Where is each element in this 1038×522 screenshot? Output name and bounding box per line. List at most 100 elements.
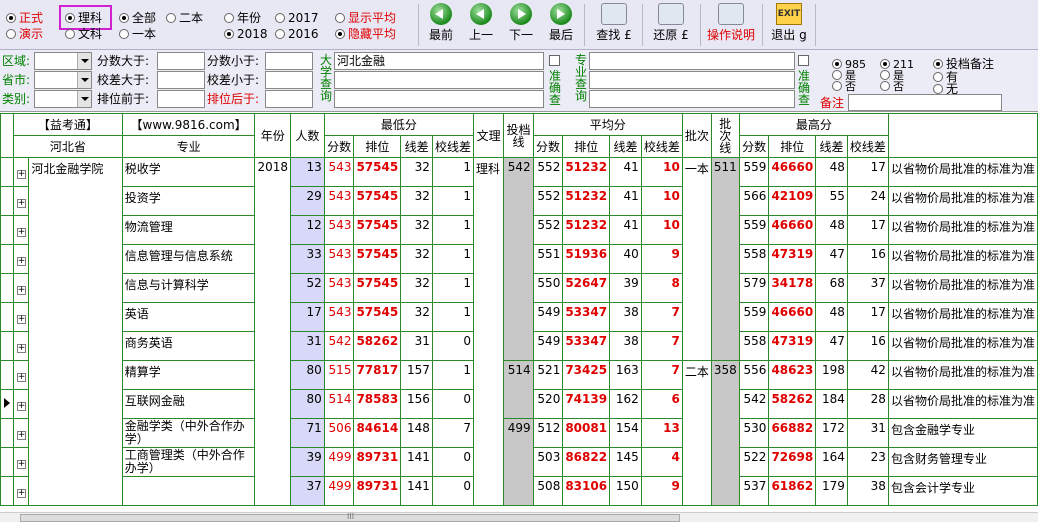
mode-demo-radio[interactable]: 演示 <box>6 27 43 42</box>
avg-linediff-cell[interactable]: 40 <box>609 244 642 274</box>
min-schooldiff-cell[interactable]: 1 <box>431 215 474 245</box>
avg-rank-cell[interactable]: 51936 <box>562 244 611 274</box>
avg-schooldiff-cell[interactable]: 8 <box>640 273 683 303</box>
count-cell[interactable]: 37 <box>289 476 325 506</box>
max-rank-cell[interactable]: 42109 <box>768 186 817 216</box>
min-linediff-cell[interactable]: 32 <box>400 244 433 274</box>
max-rank-col[interactable]: 排位 <box>768 135 817 158</box>
province-combo[interactable] <box>34 71 92 89</box>
min-score-cell[interactable]: 506 <box>323 418 355 448</box>
find-button[interactable]: 查找 £ <box>590 3 638 42</box>
avg-rank-cell[interactable]: 80081 <box>562 418 611 448</box>
row-indicator[interactable] <box>0 215 15 245</box>
min-linediff-cell[interactable]: 141 <box>400 476 433 506</box>
avg-rank-cell[interactable]: 83106 <box>562 476 611 506</box>
avg-schooldiff-cell[interactable]: 9 <box>640 476 683 506</box>
min-schooldiff-cell[interactable]: 7 <box>431 418 474 448</box>
remark-input[interactable] <box>848 94 1002 111</box>
exact-major-checkbox[interactable] <box>798 55 809 66</box>
year-any-radio[interactable]: 年份 <box>224 11 261 26</box>
major-cell[interactable]: 信息管理与信息系统 <box>121 244 256 274</box>
max-rank-cell[interactable]: 46660 <box>768 302 817 332</box>
note-cell[interactable]: 以省物价局批准的标准为准 <box>887 302 1038 332</box>
max-rank-cell[interactable]: 72698 <box>768 447 817 477</box>
row-indicator[interactable] <box>0 331 15 361</box>
min-rank-cell[interactable]: 77817 <box>353 360 402 390</box>
avg-rank-cell[interactable]: 53347 <box>562 331 611 361</box>
min-rank-cell[interactable]: 89731 <box>353 476 402 506</box>
university-query-input-3[interactable] <box>334 90 544 108</box>
min-schooldiff-cell[interactable]: 1 <box>431 157 474 187</box>
help-button[interactable]: 操作说明 <box>704 3 758 42</box>
avg-rank-cell[interactable]: 51232 <box>562 186 611 216</box>
region-combo[interactable] <box>34 52 92 70</box>
min-linediff-cell[interactable]: 157 <box>400 360 433 390</box>
diff-gt-input[interactable] <box>157 71 205 89</box>
min-schooldiff-cell[interactable]: 0 <box>431 476 474 506</box>
max-linediff-cell[interactable]: 184 <box>815 389 848 419</box>
note-cell[interactable]: 以省物价局批准的标准为准 <box>887 157 1038 187</box>
max-score-cell[interactable]: 530 <box>738 418 770 448</box>
min-score-cell[interactable]: 542 <box>323 331 355 361</box>
school-cell[interactable]: 河北金融学院 <box>28 157 123 506</box>
expand-toggle[interactable]: + <box>13 447 30 477</box>
max-rank-cell[interactable]: 47319 <box>768 331 817 361</box>
max-rank-cell[interactable]: 46660 <box>768 215 817 245</box>
expand-toggle[interactable]: + <box>13 302 30 332</box>
toudang-cell[interactable]: 499 <box>503 418 534 506</box>
year-cell[interactable]: 2018 <box>254 157 291 506</box>
note-cell[interactable]: 包含会计学专业 <box>887 476 1038 506</box>
year-header[interactable]: 年份 <box>254 113 291 158</box>
row-indicator[interactable] <box>0 476 15 506</box>
subject-science-radio[interactable]: 理科 <box>65 11 102 26</box>
min-linediff-cell[interactable]: 32 <box>400 215 433 245</box>
avg-score-col[interactable]: 分数 <box>532 135 564 158</box>
max-schooldiff-cell[interactable]: 31 <box>846 418 889 448</box>
year-2018-radio[interactable]: 2018 <box>224 27 268 42</box>
max-linediff-cell[interactable]: 47 <box>815 244 848 274</box>
avg-linediff-cell[interactable]: 154 <box>609 418 642 448</box>
next-button[interactable]: 下一 <box>506 3 536 42</box>
max-score-cell[interactable]: 558 <box>738 244 770 274</box>
min-schooldiff-cell[interactable]: 0 <box>431 389 474 419</box>
max-schooldiff-cell[interactable]: 16 <box>846 331 889 361</box>
min-rank-cell[interactable]: 57545 <box>353 215 402 245</box>
min-rank-cell[interactable]: 57545 <box>353 302 402 332</box>
min-linediff-cell[interactable]: 156 <box>400 389 433 419</box>
note-cell[interactable]: 包含财务管理专业 <box>887 447 1038 477</box>
max-schooldiff-col[interactable]: 校线差 <box>846 135 889 158</box>
prev-button[interactable]: 上一 <box>466 3 496 42</box>
expand-toggle[interactable]: + <box>13 389 30 419</box>
table-row[interactable]: + 精算学 80 515 77817 157 1 514 521 73425 163 7 二本 358 55… <box>0 360 1038 506</box>
university-query-input-2[interactable] <box>334 71 544 89</box>
max-score-cell[interactable]: 537 <box>738 476 770 506</box>
min-rank-cell[interactable]: 57545 <box>353 157 402 187</box>
major-cell[interactable]: 投资学 <box>121 186 256 216</box>
avg-rank-cell[interactable]: 74139 <box>562 389 611 419</box>
avg-linediff-cell[interactable]: 38 <box>609 331 642 361</box>
note-cell[interactable]: 以省物价局批准的标准为准 <box>887 331 1038 361</box>
max-linediff-cell[interactable]: 68 <box>815 273 848 303</box>
pici-cell[interactable]: 二本 <box>681 360 712 506</box>
hide-average-radio[interactable]: 隐藏平均 <box>335 27 396 42</box>
max-rank-cell[interactable]: 47319 <box>768 244 817 274</box>
max-schooldiff-cell[interactable]: 17 <box>846 157 889 187</box>
exact-university-checkbox[interactable] <box>549 55 560 66</box>
min-schooldiff-cell[interactable]: 1 <box>431 186 474 216</box>
toudang-cell[interactable]: 542 <box>503 157 534 361</box>
row-indicator[interactable] <box>0 389 15 419</box>
min-schooldiff-col[interactable]: 校线差 <box>431 135 474 158</box>
wenli-cell[interactable]: 理科 <box>472 157 505 506</box>
max-score-cell[interactable]: 566 <box>738 186 770 216</box>
subject-arts-radio[interactable]: 文科 <box>65 27 102 42</box>
max-score-cell[interactable]: 559 <box>738 215 770 245</box>
scrollbar-thumb[interactable]: III <box>20 512 680 522</box>
min-score-cell[interactable]: 543 <box>323 186 355 216</box>
min-linediff-cell[interactable]: 31 <box>400 331 433 361</box>
avg-rank-cell[interactable]: 73425 <box>562 360 611 390</box>
avg-linediff-cell[interactable]: 163 <box>609 360 642 390</box>
avg-score-cell[interactable]: 552 <box>532 157 564 187</box>
max-linediff-cell[interactable]: 48 <box>815 215 848 245</box>
wenli-header[interactable]: 文理 <box>472 113 505 158</box>
count-cell[interactable]: 17 <box>289 302 325 332</box>
